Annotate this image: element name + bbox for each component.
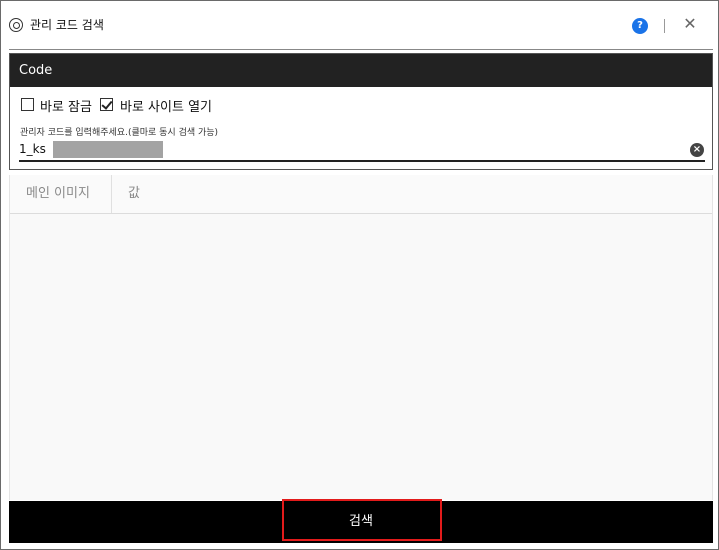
panel-header-label: Code bbox=[19, 63, 53, 78]
column-header-value[interactable]: 값 bbox=[128, 175, 140, 213]
table-header: 메인 이미지 값 bbox=[10, 175, 712, 214]
dialog-window: 관리 코드 검색 ? ✕ Code 바로 잠금 바로 사이트 열기 관리자 코드… bbox=[0, 0, 719, 550]
help-icon[interactable]: ? bbox=[632, 18, 648, 34]
clear-input-icon[interactable]: × bbox=[690, 143, 704, 157]
code-input[interactable]: 1_ks × bbox=[19, 138, 705, 162]
open-site-label[interactable]: 바로 사이트 열기 bbox=[120, 96, 212, 115]
code-panel: Code 바로 잠금 바로 사이트 열기 관리자 코드를 입력해주세요.(클마로… bbox=[9, 53, 713, 170]
titlebar-divider bbox=[664, 19, 665, 33]
title-divider bbox=[9, 49, 713, 50]
results-table: 메인 이미지 값 bbox=[9, 175, 713, 500]
code-field-label: 관리자 코드를 입력해주세요.(클마로 동시 검색 가능) bbox=[20, 128, 219, 138]
app-logo-icon bbox=[9, 18, 23, 32]
open-site-checkbox[interactable] bbox=[100, 98, 113, 111]
column-header-main-image[interactable]: 메인 이미지 bbox=[26, 175, 90, 213]
column-divider bbox=[111, 175, 112, 213]
window-title: 관리 코드 검색 bbox=[30, 18, 104, 32]
lock-immediately-checkbox[interactable] bbox=[21, 98, 34, 111]
code-input-value[interactable]: 1_ks bbox=[19, 142, 46, 156]
close-icon[interactable]: ✕ bbox=[681, 14, 699, 34]
lock-immediately-label[interactable]: 바로 잠금 bbox=[40, 96, 92, 115]
redacted-text bbox=[53, 141, 163, 158]
title-bar: 관리 코드 검색 ? ✕ bbox=[1, 1, 718, 49]
panel-header: Code bbox=[10, 54, 712, 87]
search-button[interactable]: 검색 bbox=[9, 501, 713, 543]
